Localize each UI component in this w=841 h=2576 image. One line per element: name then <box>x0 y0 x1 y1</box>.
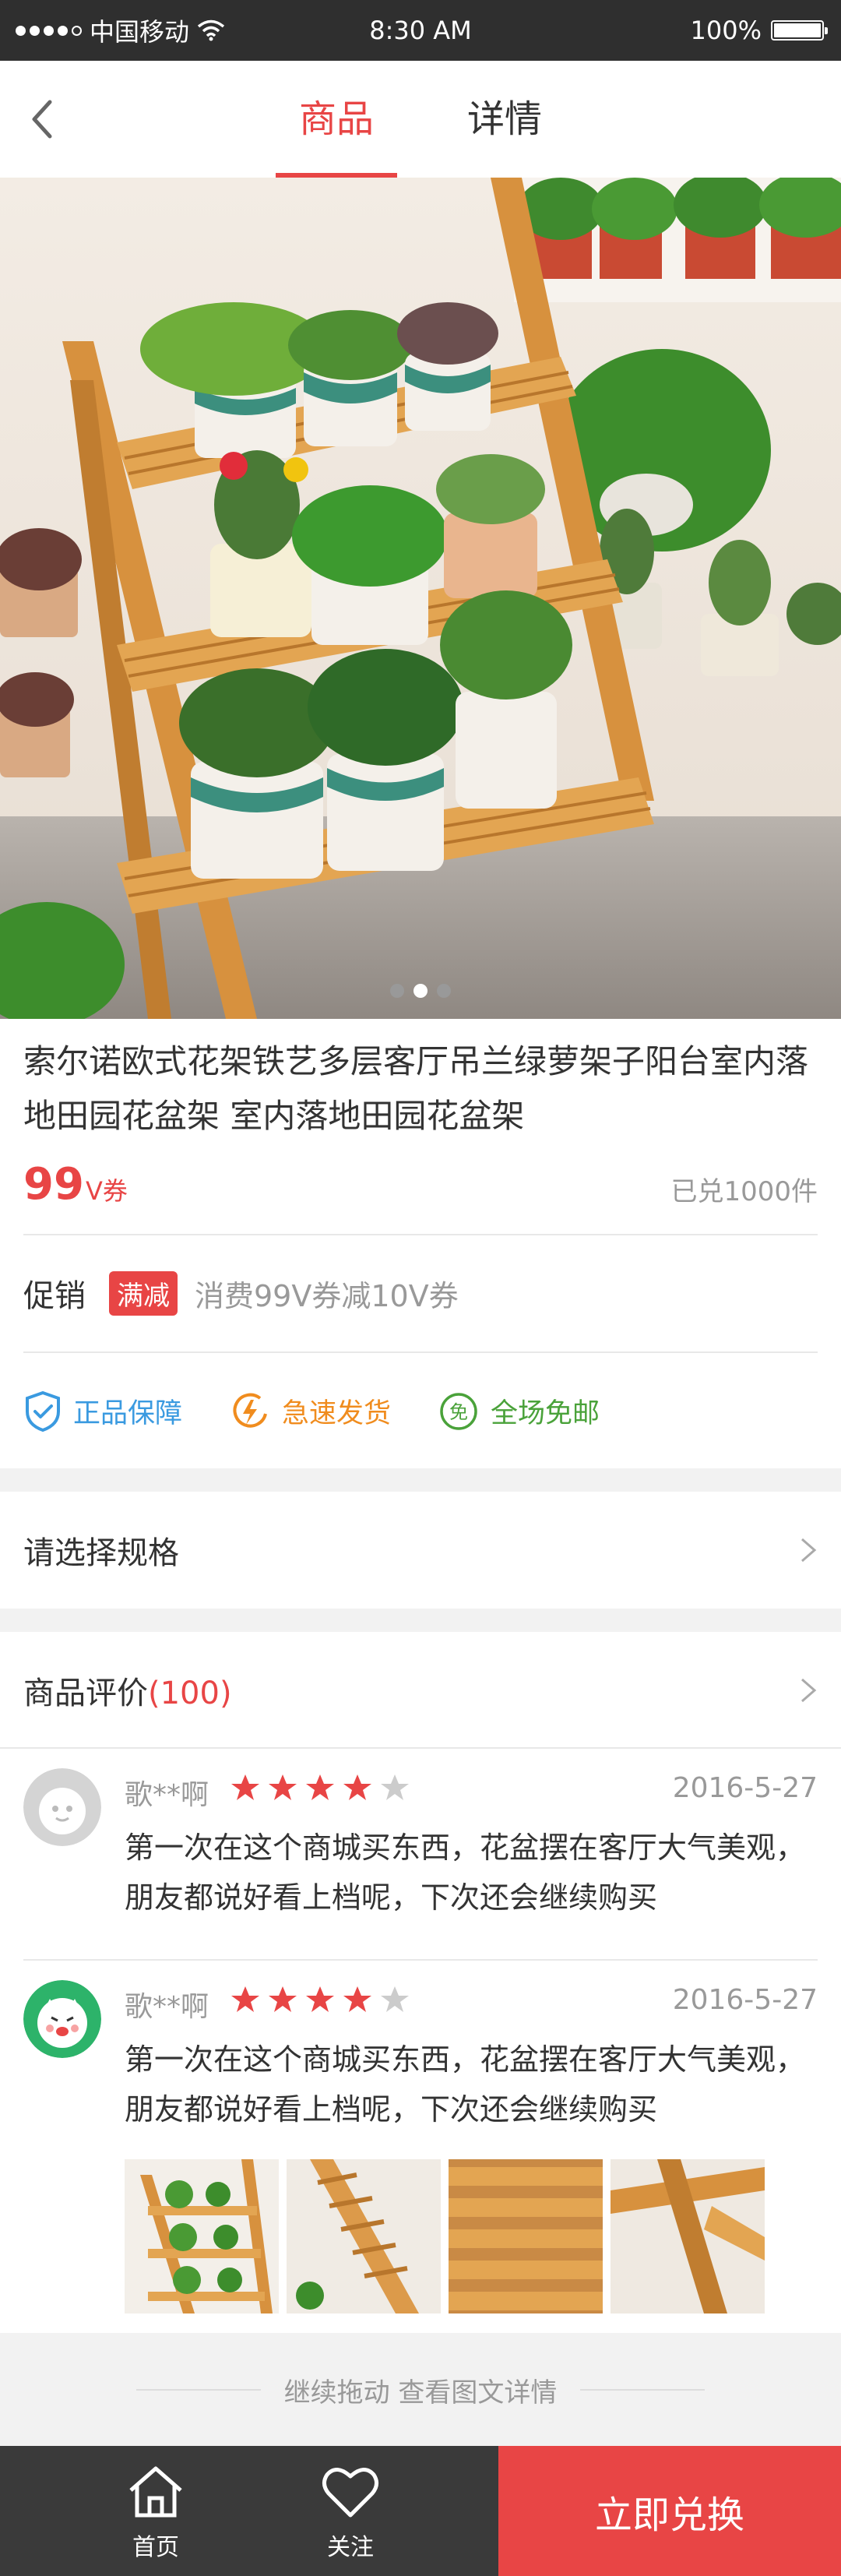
avatar <box>23 1768 101 1846</box>
guarantee-free-shipping: 免 全场免邮 <box>438 1390 600 1432</box>
guarantee-fast-delivery: 急速发货 <box>229 1390 391 1432</box>
drag-more-hint[interactable]: 继续拖动 查看图文详情 <box>0 2359 841 2421</box>
product-info: 索尔诺欧式花架铁艺多层客厅吊兰绿萝架子阳台室内落地田园花盆架 室内落地田园花盆架… <box>0 1019 841 1468</box>
pager-dot-active <box>413 984 428 998</box>
rating-stars <box>230 1772 410 1803</box>
spec-selector[interactable]: 请选择规格 <box>0 1492 841 1609</box>
review-photo-thumbnail[interactable] <box>449 2159 603 2313</box>
home-icon <box>129 2466 182 2517</box>
divider-line <box>135 2389 261 2391</box>
guarantee-row: 正品保障 急速发货 免 全场免邮 <box>23 1354 818 1468</box>
pager-dot <box>390 984 404 998</box>
drag-more-text: 继续拖动 查看图文详情 <box>283 2377 558 2409</box>
review-date: 2016-5-27 <box>672 1984 818 2016</box>
tab-product[interactable]: 商品 <box>275 61 398 178</box>
divider <box>23 1351 818 1353</box>
review-photo-thumbnail[interactable] <box>611 2159 765 2313</box>
divider-line <box>580 2389 706 2391</box>
star-filled-icon <box>269 1774 297 1800</box>
chevron-right-icon <box>801 1538 817 1563</box>
review-date: 2016-5-27 <box>672 1772 818 1804</box>
status-bar: 中国移动 8:30 AM 100% <box>0 0 841 61</box>
home-button[interactable]: 首页 <box>109 2446 202 2576</box>
star-empty-icon <box>381 1986 409 2012</box>
heart-icon <box>322 2467 378 2517</box>
status-right: 100% <box>690 0 828 61</box>
reviews-header[interactable]: 商品评价(100) <box>23 1632 818 1749</box>
product-photo <box>0 178 841 1019</box>
top-nav: 商品 详情 <box>0 61 841 178</box>
reviews-title-text: 商品评价 <box>23 1676 148 1711</box>
home-label: 首页 <box>132 2533 179 2561</box>
spec-label: 请选择规格 <box>23 1535 179 1571</box>
promotion-badge: 满减 <box>109 1270 178 1316</box>
review-text: 第一次在这个商城买东西，花盆摆在客厅大气美观，朋友都说好看上档呢，下次还会继续购… <box>125 1831 806 1915</box>
reviews-section: 商品评价(100) 歌**啊 2016-5-27 第一次在这个商城买东西，花盆摆… <box>0 1632 841 2333</box>
battery-icon <box>771 20 828 41</box>
reviewer-name: 歌**啊 <box>125 1991 209 2023</box>
guarantee-label: 全场免邮 <box>491 1398 600 1429</box>
product-image-carousel[interactable] <box>0 178 841 1019</box>
star-filled-icon <box>231 1774 259 1800</box>
star-filled-icon <box>231 1986 259 2012</box>
guarantee-authentic: 正品保障 <box>23 1390 182 1432</box>
nav-tabs: 商品 详情 <box>0 61 841 178</box>
product-title: 索尔诺欧式花架铁艺多层客厅吊兰绿萝架子阳台室内落地田园花盆架 室内落地田园花盆架 <box>23 1042 809 1135</box>
lightning-clock-icon <box>233 1393 267 1428</box>
reviews-count: (100) <box>148 1676 232 1711</box>
guarantee-label: 正品保障 <box>73 1398 183 1429</box>
star-empty-icon <box>381 1774 409 1800</box>
review-text: 第一次在这个商城买东西，花盆摆在客厅大气美观，朋友都说好看上档呢，下次还会继续购… <box>125 2042 806 2127</box>
reviewer-name: 歌**啊 <box>125 1779 209 1811</box>
tab-details[interactable]: 详情 <box>444 61 565 178</box>
star-filled-icon <box>306 1774 334 1800</box>
promotion-row: 促销 满减 消费99V券减10V券 <box>23 1235 818 1351</box>
free-shipping-icon: 免 <box>440 1392 477 1430</box>
star-filled-icon <box>269 1986 297 2012</box>
chevron-right-icon <box>801 1678 817 1703</box>
star-filled-icon <box>306 1986 334 2012</box>
price-row: 99 V券 已兑1000件 <box>23 1151 818 1221</box>
redeem-now-button[interactable]: 立即兑换 <box>498 2446 841 2576</box>
bottom-bar: 首页 关注 立即兑换 <box>0 2446 841 2576</box>
guarantee-label: 急速发货 <box>282 1398 392 1429</box>
rating-stars <box>230 1984 410 2015</box>
price-value: 99 <box>23 1159 84 1210</box>
battery-percent: 100% <box>690 16 762 45</box>
shield-check-icon <box>26 1390 60 1432</box>
review-item: 歌**啊 2016-5-27 第一次在这个商城买东西，花盆摆在客厅大气美观，朋友… <box>23 1961 818 2335</box>
star-filled-icon <box>343 1986 371 2012</box>
promotion-text: 消费99V券减10V券 <box>195 1278 459 1313</box>
review-item: 歌**啊 2016-5-27 第一次在这个商城买东西，花盆摆在客厅大气美观，朋友… <box>23 1749 818 1959</box>
reviews-title: 商品评价(100) <box>23 1668 232 1713</box>
review-photo-thumbnail[interactable] <box>125 2159 279 2313</box>
follow-button[interactable]: 关注 <box>304 2446 397 2576</box>
price-unit: V券 <box>86 1176 128 1206</box>
pager-dot <box>437 984 451 998</box>
carousel-pager <box>0 984 841 998</box>
review-photo-thumbnail[interactable] <box>287 2159 441 2313</box>
sold-count: 已兑1000件 <box>670 1176 818 1207</box>
avatar <box>23 1980 101 2058</box>
star-filled-icon <box>343 1774 371 1800</box>
review-photos <box>125 2159 765 2313</box>
promotion-label: 促销 <box>23 1278 86 1314</box>
svg-text:免: 免 <box>449 1401 468 1423</box>
follow-label: 关注 <box>327 2533 374 2561</box>
